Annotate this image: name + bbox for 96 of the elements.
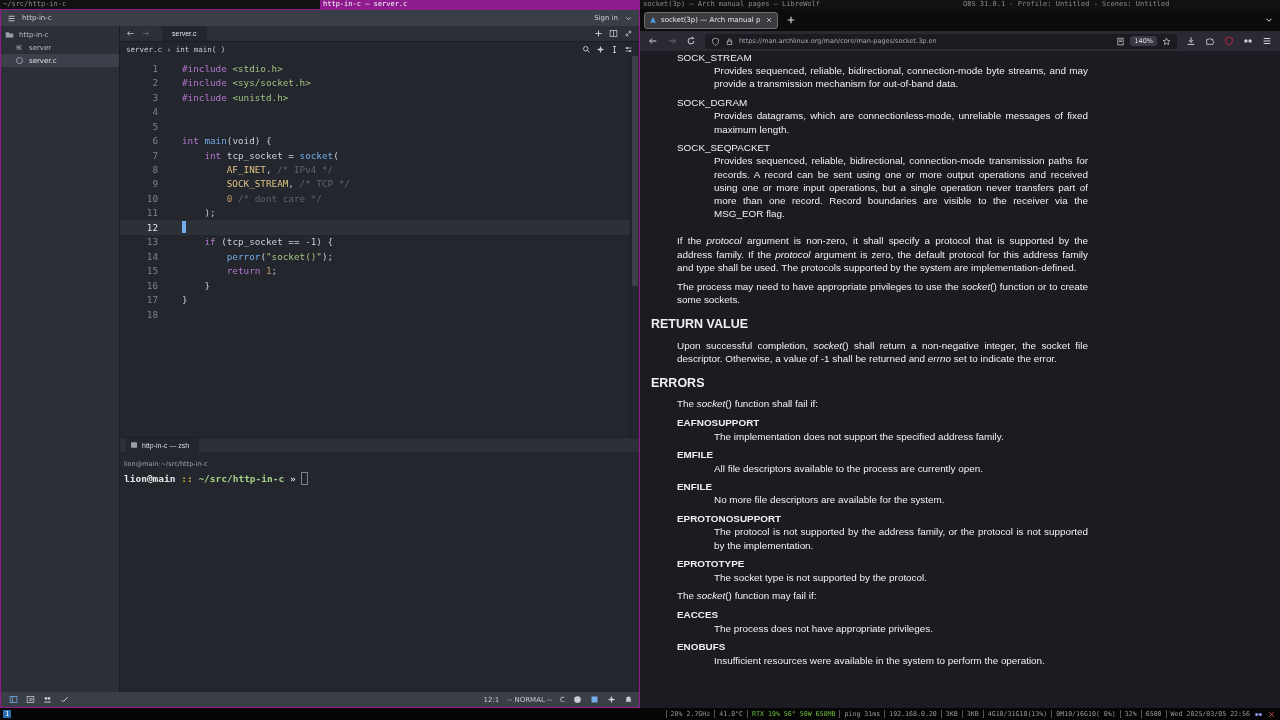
text-cursor	[182, 221, 186, 234]
line-number: 4	[151, 106, 158, 118]
term-description: Provides sequenced, reliable, bidirectional, connection-mode transmission paths for records. A record can be sent using one or more output operations and received using one or more input operations, but a single operation never transfers part of more than one record. Record boundaries are visible to the receiver via the MSG_EOR flag.	[714, 154, 1088, 221]
text-cursor-icon[interactable]	[610, 44, 619, 54]
people-icon[interactable]	[43, 695, 52, 704]
line-number: 2	[151, 77, 158, 89]
code-line: int tcp_socket = socket(	[203, 149, 339, 161]
line-number: 10	[145, 192, 158, 204]
back-arrow-icon[interactable]	[126, 29, 135, 38]
line-number: 12	[145, 221, 158, 233]
reload-icon[interactable]	[686, 36, 696, 46]
line-number: 1	[151, 62, 158, 74]
sparkle-icon[interactable]	[607, 695, 616, 704]
download-icon[interactable]	[1186, 36, 1196, 46]
plus-icon[interactable]	[594, 29, 603, 38]
paragraph: If the protocol argument is non-zero, it shall specify a protocol that is supported by the address family. If the protocol argument is zero, the default protocol for this address family and type shall be used. The protocols supported by the system are implementation-defined.	[677, 234, 1088, 275]
line-number: 7	[151, 149, 158, 161]
line-number: 13	[145, 236, 158, 248]
term-description: Provides sequenced, reliable, bidirectional, connection-mode byte streams, and may provide a transmission mechanism for out-of-band data.	[714, 64, 1088, 91]
code-line: perror("socket()");	[225, 250, 334, 262]
check-icon[interactable]	[60, 695, 69, 704]
star-icon[interactable]	[1162, 36, 1171, 46]
code-line: #include <sys/socket.h>	[182, 77, 311, 89]
shell-prompt: lion@main :: ~/src/http-in-c »	[124, 473, 296, 484]
menu-icon[interactable]	[1262, 36, 1272, 46]
code-line: }	[182, 294, 188, 306]
term-label: EAFNOSUPPORT	[677, 416, 761, 430]
term-description: The protocol is not supported by the address family, or the protocol is not supported by the implementation.	[714, 525, 1088, 552]
back-arrow-icon[interactable]	[648, 36, 658, 46]
mask-icon[interactable]	[1243, 36, 1253, 46]
circle-icon[interactable]	[15, 56, 24, 65]
shield-icon	[711, 36, 720, 46]
expand-icon[interactable]	[624, 29, 633, 38]
line-number: 18	[145, 308, 158, 320]
line-number: 11	[145, 207, 158, 219]
puzzle-icon[interactable]	[1205, 36, 1215, 46]
lock-icon	[725, 36, 734, 46]
panel-icon[interactable]	[9, 695, 18, 704]
code-line: return 1;	[225, 265, 278, 277]
paragraph: The process may need to have appropriate privileges to use the socket() function or to create some sockets.	[677, 280, 1088, 307]
term-description: The socket type is not supported by the protocol.	[714, 570, 928, 584]
term-label: EPROTONOSUPPORT	[677, 512, 783, 526]
line-number: 16	[145, 279, 158, 291]
bell-icon[interactable]	[624, 695, 633, 704]
section-heading: ERRORS	[651, 377, 706, 391]
line-number: 3	[151, 91, 158, 103]
file-icon[interactable]	[15, 43, 24, 52]
code-line: }	[203, 279, 210, 291]
line-number: 15	[145, 265, 158, 277]
line-number: 14	[145, 250, 158, 262]
term-description: The process does not have appropriate privileges.	[714, 621, 935, 635]
term-label: ENOBUFS	[677, 640, 727, 654]
term-description: The implementation does not support the specified address family.	[714, 429, 1005, 443]
term-label: EACCES	[677, 608, 720, 622]
sliders-icon[interactable]	[624, 44, 633, 54]
paragraph: Upon successful completion, socket() shall return a non-negative integer, the socket file descriptor. Otherwise, a value of -1 shall be returned and errno set to indicate the error.	[677, 338, 1088, 366]
menu-icon[interactable]	[7, 13, 16, 23]
terminal-icon	[130, 441, 138, 449]
code-line: );	[203, 207, 216, 219]
scrollbar[interactable]	[630, 56, 639, 437]
split-icon[interactable]	[609, 29, 618, 38]
term-label: SOCK_DGRAM	[677, 96, 749, 110]
code-line: 0 /* dont care */	[225, 192, 322, 204]
code-line: SOCK_STREAM, /* TCP */	[225, 178, 350, 190]
terminal-cursor	[300, 472, 308, 485]
close-icon[interactable]	[765, 16, 773, 24]
line-number: 6	[151, 135, 158, 147]
term-label: EPROTOTYPE	[677, 557, 746, 571]
sparkle-icon[interactable]	[596, 44, 605, 54]
term-description: All file descriptors available to the process are currently open.	[714, 461, 984, 475]
term-description: No more file descriptors are available for the system.	[714, 493, 946, 507]
term-label: SOCK_STREAM	[677, 51, 753, 65]
square-icon[interactable]	[590, 695, 599, 704]
line-number: 8	[151, 164, 158, 175]
paragraph: The socket() function may fail if:	[677, 589, 818, 603]
line-number: 9	[151, 178, 158, 190]
term-label: ENFILE	[677, 480, 714, 494]
paragraph: The socket() function shall fail if:	[677, 397, 820, 411]
folder-icon[interactable]	[5, 30, 14, 39]
term-label: SOCK_SEQPACKET	[677, 141, 772, 155]
code-line: if (tcp_socket == -1) {	[203, 236, 334, 248]
term-description: Insufficient resources were available in the system to perform the operation.	[714, 653, 1046, 667]
line-number: 17	[145, 294, 158, 306]
term-label: EMFILE	[677, 448, 715, 462]
section-heading: RETURN VALUE	[651, 318, 749, 332]
triangle-icon	[649, 16, 657, 24]
term-description: Provides datagrams, which are connectionless-mode, unreliable messages of fixed maximum length.	[714, 109, 1088, 136]
code-line: #include <stdio.h>	[182, 62, 283, 74]
list-icon[interactable]	[26, 695, 35, 704]
line-number: 5	[151, 120, 158, 132]
code-line: AF_INET, /* IPv4 */	[225, 164, 334, 175]
code-line: int main(void) {	[182, 135, 272, 147]
reader-icon[interactable]	[1116, 36, 1126, 46]
code-line: #include <unistd.h>	[182, 91, 289, 103]
search-icon[interactable]	[582, 44, 591, 54]
plus-icon[interactable]	[786, 15, 796, 25]
